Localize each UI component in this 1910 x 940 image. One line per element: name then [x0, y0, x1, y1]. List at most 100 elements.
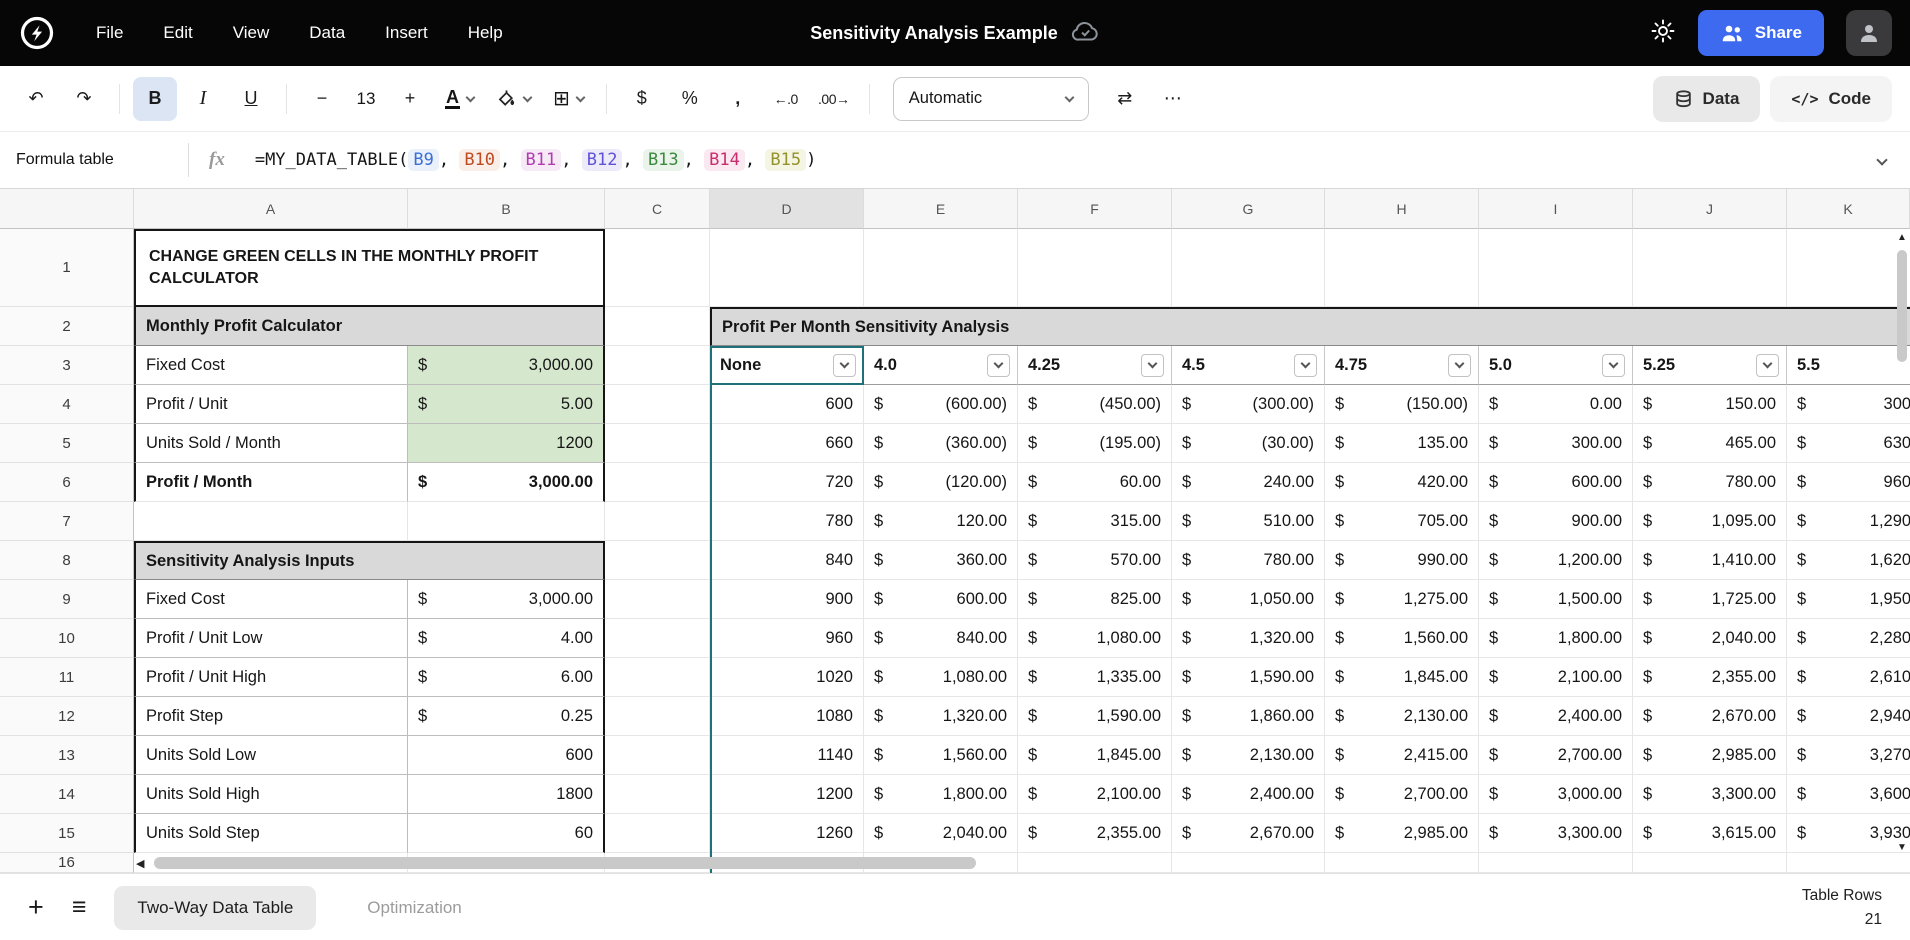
- cell[interactable]: 5.0: [1479, 346, 1633, 385]
- cell[interactable]: [1633, 853, 1787, 873]
- dropdown-chevron-icon[interactable]: [1294, 354, 1317, 377]
- cell[interactable]: Profit Step: [134, 697, 408, 736]
- decrease-font-size-button[interactable]: −: [300, 77, 344, 121]
- cell[interactable]: [605, 346, 710, 385]
- cell[interactable]: $315.00: [1018, 502, 1172, 541]
- col-header-A[interactable]: A: [134, 189, 408, 229]
- cell[interactable]: [605, 463, 710, 502]
- cell[interactable]: $3,615.00: [1633, 814, 1787, 853]
- row-header[interactable]: 11: [0, 658, 134, 697]
- row-header[interactable]: 6: [0, 463, 134, 502]
- cell[interactable]: $630.00: [1787, 424, 1910, 463]
- cell[interactable]: $2,130.00: [1325, 697, 1479, 736]
- menu-file[interactable]: File: [96, 23, 123, 43]
- menu-view[interactable]: View: [233, 23, 270, 43]
- cell-references-toggle-icon[interactable]: ⇄: [1103, 77, 1147, 121]
- cell[interactable]: $3,600.00: [1787, 775, 1910, 814]
- col-header-B[interactable]: B: [408, 189, 605, 229]
- cell[interactable]: $360.00: [864, 541, 1018, 580]
- cell[interactable]: $(450.00): [1018, 385, 1172, 424]
- row-header[interactable]: 3: [0, 346, 134, 385]
- vertical-scrollbar[interactable]: ▲▼: [1896, 233, 1908, 853]
- cell[interactable]: [605, 580, 710, 619]
- borders-button[interactable]: ⊞: [544, 77, 593, 121]
- cell[interactable]: $3,000.00: [408, 346, 605, 385]
- dropdown-chevron-icon[interactable]: [987, 354, 1010, 377]
- cell[interactable]: $0.00: [1479, 385, 1633, 424]
- cell[interactable]: $(195.00): [1018, 424, 1172, 463]
- cell[interactable]: [1787, 853, 1910, 873]
- fill-color-button[interactable]: [487, 77, 540, 121]
- row-header[interactable]: 1: [0, 229, 134, 307]
- cell[interactable]: $(120.00): [864, 463, 1018, 502]
- cell[interactable]: 1140: [710, 736, 864, 775]
- cell[interactable]: 1080: [710, 697, 864, 736]
- account-avatar[interactable]: [1846, 10, 1892, 56]
- theme-toggle-icon[interactable]: [1650, 18, 1676, 49]
- cell[interactable]: Profit / Month: [134, 463, 408, 502]
- dropdown-chevron-icon[interactable]: [1602, 354, 1625, 377]
- cell[interactable]: 1020: [710, 658, 864, 697]
- cell[interactable]: [1325, 853, 1479, 873]
- text-color-button[interactable]: A: [436, 77, 483, 121]
- cell[interactable]: $840.00: [864, 619, 1018, 658]
- cell[interactable]: Profit / Unit Low: [134, 619, 408, 658]
- increase-font-size-button[interactable]: +: [388, 77, 432, 121]
- cell[interactable]: $570.00: [1018, 541, 1172, 580]
- col-header-I[interactable]: I: [1479, 189, 1633, 229]
- cell[interactable]: [605, 736, 710, 775]
- redo-button[interactable]: ↷: [62, 77, 106, 121]
- cell[interactable]: 900: [710, 580, 864, 619]
- more-options-button[interactable]: ⋯: [1151, 77, 1195, 121]
- cell[interactable]: $1,050.00: [1172, 580, 1325, 619]
- cell[interactable]: $2,040.00: [864, 814, 1018, 853]
- cell[interactable]: $1,275.00: [1325, 580, 1479, 619]
- cell[interactable]: [1018, 853, 1172, 873]
- row-header[interactable]: 10: [0, 619, 134, 658]
- col-header-D[interactable]: D: [710, 189, 864, 229]
- cell[interactable]: $510.00: [1172, 502, 1325, 541]
- all-sheets-menu-icon[interactable]: ≡: [72, 895, 87, 920]
- row-header[interactable]: 15: [0, 814, 134, 853]
- cell[interactable]: $2,700.00: [1325, 775, 1479, 814]
- cell[interactable]: $60.00: [1018, 463, 1172, 502]
- cell[interactable]: CHANGE GREEN CELLS IN THE MONTHLY PROFIT…: [134, 229, 605, 307]
- cell[interactable]: $1,290.00: [1787, 502, 1910, 541]
- italic-button[interactable]: I: [181, 77, 225, 121]
- underline-button[interactable]: U: [229, 77, 273, 121]
- cell[interactable]: $2,355.00: [1018, 814, 1172, 853]
- decrease-decimal-button[interactable]: ←.0: [764, 77, 808, 121]
- cell[interactable]: [605, 502, 710, 541]
- cell[interactable]: $1,320.00: [864, 697, 1018, 736]
- row-header[interactable]: 13: [0, 736, 134, 775]
- col-header-C[interactable]: C: [605, 189, 710, 229]
- cell[interactable]: [408, 502, 605, 541]
- row-header[interactable]: 7: [0, 502, 134, 541]
- cell[interactable]: $2,400.00: [1479, 697, 1633, 736]
- cell[interactable]: $1,845.00: [1325, 658, 1479, 697]
- cell[interactable]: [605, 541, 710, 580]
- dropdown-chevron-icon[interactable]: [1756, 354, 1779, 377]
- share-button[interactable]: Share: [1698, 10, 1824, 56]
- cell[interactable]: $1,800.00: [1479, 619, 1633, 658]
- dropdown-chevron-icon[interactable]: [1141, 354, 1164, 377]
- cell[interactable]: [605, 385, 710, 424]
- formula-expand-chevron-icon[interactable]: [1878, 151, 1886, 169]
- cell[interactable]: Fixed Cost: [134, 346, 408, 385]
- cell[interactable]: $465.00: [1633, 424, 1787, 463]
- row-header[interactable]: 4: [0, 385, 134, 424]
- code-panel-button[interactable]: </> Code: [1770, 76, 1892, 122]
- cell[interactable]: $960.00: [1787, 463, 1910, 502]
- cell[interactable]: $1,560.00: [864, 736, 1018, 775]
- cell[interactable]: $990.00: [1325, 541, 1479, 580]
- cell[interactable]: 1200: [710, 775, 864, 814]
- cell[interactable]: $300.00: [1479, 424, 1633, 463]
- col-header-G[interactable]: G: [1172, 189, 1325, 229]
- cell[interactable]: $1,725.00: [1633, 580, 1787, 619]
- data-panel-button[interactable]: Data: [1653, 76, 1761, 122]
- cell[interactable]: 4.75: [1325, 346, 1479, 385]
- sheet-tab-two-way-data-table[interactable]: Two-Way Data Table: [114, 886, 316, 930]
- row-header[interactable]: 16: [0, 853, 134, 873]
- cell[interactable]: Units Sold Step: [134, 814, 408, 853]
- cell[interactable]: [605, 307, 710, 346]
